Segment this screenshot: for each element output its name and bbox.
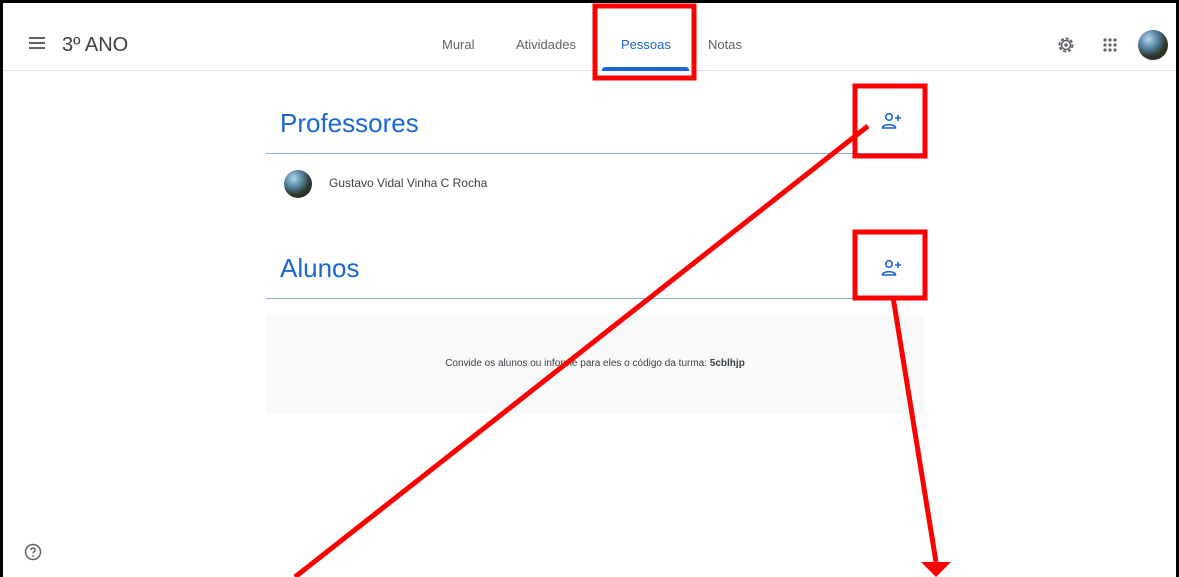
students-section-title: Alunos [280, 253, 360, 283]
help-icon[interactable] [24, 543, 42, 561]
invite-message: Convide os alunos ou informe para eles o… [445, 358, 745, 369]
account-avatar[interactable] [1138, 30, 1168, 60]
top-app-bar: 3º ANO Mural Atividades Pessoas Notas [3, 3, 1176, 71]
apps-grid-icon[interactable] [1101, 36, 1119, 54]
teachers-section-title: Professores [280, 108, 419, 138]
active-tab-indicator [602, 67, 689, 71]
teacher-name[interactable]: Gustavo Vidal Vinha C Rocha [329, 176, 487, 190]
teacher-avatar [284, 170, 312, 198]
invite-teacher-icon[interactable] [881, 112, 903, 130]
class-title[interactable]: 3º ANO [62, 34, 128, 57]
window-frame [0, 0, 1179, 577]
tab-mural[interactable]: Mural [442, 37, 475, 52]
invite-student-icon[interactable] [881, 259, 903, 277]
class-code: 5cblhjp [709, 358, 745, 369]
teachers-divider [266, 153, 924, 154]
menu-icon[interactable] [29, 37, 45, 49]
tab-pessoas[interactable]: Pessoas [621, 37, 671, 52]
tab-notas[interactable]: Notas [708, 37, 742, 52]
students-empty-state: Convide os alunos ou informe para eles o… [266, 315, 924, 414]
settings-icon[interactable] [1056, 35, 1076, 55]
tab-atividades[interactable]: Atividades [516, 37, 576, 52]
students-divider [266, 298, 924, 299]
